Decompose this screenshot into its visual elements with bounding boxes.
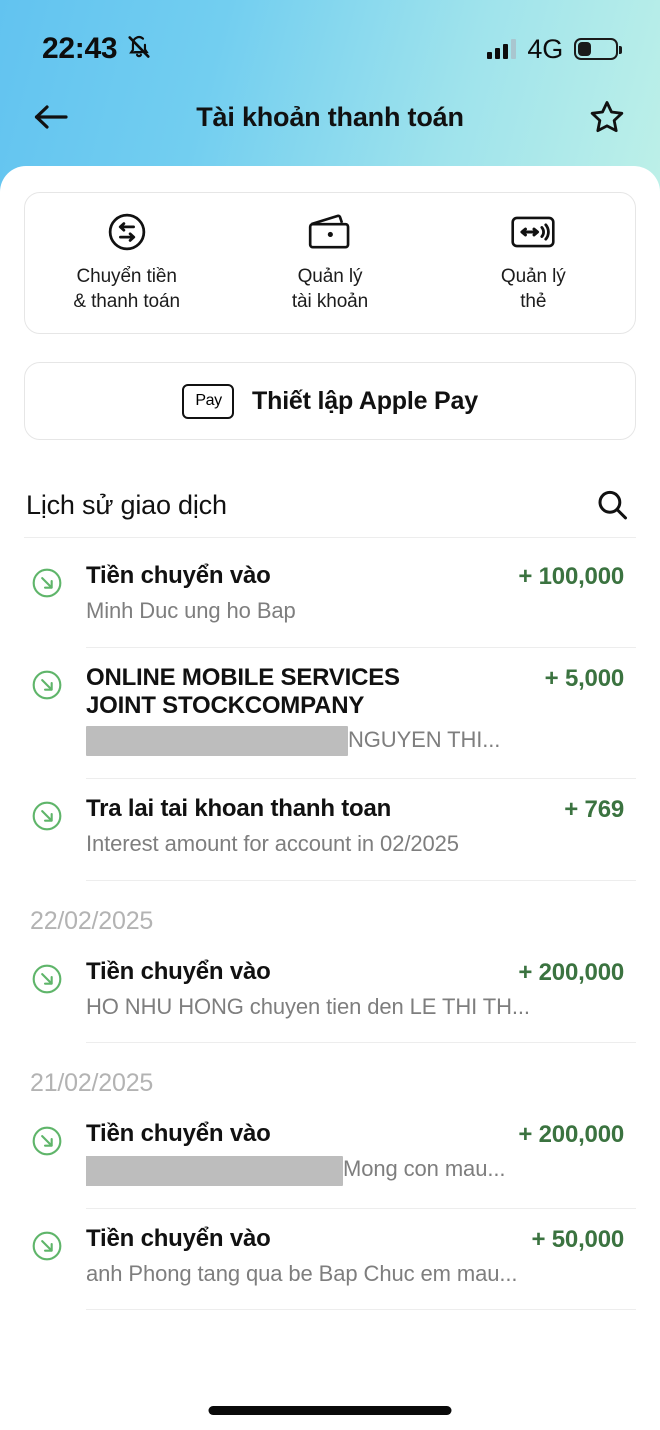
battery-icon [574,38,622,60]
apple-pay-word: Pay [195,392,222,409]
transaction-description: anh Phong tang qua be Bap Chuc em mau... [86,1260,518,1286]
page-title: Tài khoản thanh toán [196,101,464,132]
quick-action-card-label: Quản lý thẻ [500,266,566,312]
transaction-body: Tiền chuyển vào + 50,000 anh Phong tang qu… [64,1225,630,1288]
contactless-card-icon [510,212,556,252]
status-bar-time: 22:43 [42,32,118,65]
home-indicator-bar [208,1406,452,1415]
transaction-amount: + 5,000 [544,664,625,692]
status-bar-right: 4G [487,33,622,65]
quick-action-transfer-label: Chuyển tiền & thanh toán [73,266,180,312]
transaction-description: Minh Duc ung ho Bap [86,598,296,623]
transaction-description: HO NHU HONG chuyen tien den LE THI TH... [86,993,530,1019]
history-top-divider [24,537,636,538]
wallet-icon [307,212,353,252]
back-button[interactable] [33,102,71,132]
row-spacer [0,1287,660,1309]
transaction-name: Tiền chuyển vào [86,957,271,985]
incoming-arrow-circle-icon [30,1124,64,1185]
transaction-row[interactable]: Tra lai tai khoan thanh toan + 769 Interes… [0,779,660,858]
transaction-row[interactable]: ONLINE MOBILE SERVICES JOINT STOCKCOMPAN… [0,648,660,757]
transaction-list: Tiền chuyển vào + 100,000 Minh Duc ung ho … [0,546,660,1310]
transaction-top-row: Tiền chuyển vào + 200,000 [86,1120,624,1149]
transfer-arrows-circle-icon [105,212,149,252]
transaction-name: Tiền chuyển vào [86,1120,271,1148]
setup-apple-pay-button[interactable]: Pay Thiết lập Apple Pay [24,362,636,440]
cellular-signal-icon [487,39,517,59]
transaction-row[interactable]: Tiền chuyển vào + 50,000 anh Phong tang qu… [0,1209,660,1288]
transaction-history-header: Lịch sử giao dịch [0,473,660,537]
navigation-bar: Tài khoản thanh toán [0,88,660,146]
transaction-top-row: ONLINE MOBILE SERVICES JOINT STOCKCOMPAN… [86,664,624,721]
incoming-arrow-circle-icon [30,668,64,757]
transaction-body: Tiền chuyển vào + 200,000 Mong con mau... [64,1120,630,1186]
transaction-description: Interest amount for account in 02/2025 [86,831,459,857]
row-spacer [0,1186,660,1208]
transaction-name: ONLINE MOBILE SERVICES JOINT STOCKCOMPAN… [86,663,400,719]
transaction-description-visible-text: Mong con mau... [343,1156,506,1182]
redacted-text-block [86,1155,343,1186]
incoming-arrow-circle-icon [30,962,64,1021]
bell-slash-icon [126,34,152,65]
transaction-row[interactable]: Tiền chuyển vào + 100,000 Minh Duc ung ho … [0,546,660,625]
quick-action-card-management[interactable]: Quản lý thẻ [432,212,635,314]
transaction-description: Mong con mau... [86,1155,624,1186]
transaction-amount: + 50,000 [531,1225,625,1253]
transaction-amount: + 200,000 [518,1121,624,1149]
apple-pay-logo-icon: Pay [182,383,235,419]
incoming-arrow-circle-icon [30,799,64,858]
favorite-star-button[interactable] [587,97,627,137]
incoming-arrow-circle-icon [30,566,64,625]
transaction-name: Tiền chuyển vào [86,1224,271,1252]
status-bar-left: 22:43 [42,32,152,66]
transaction-name: Tra lai tai khoan thanh toan [86,795,392,823]
transaction-amount: + 769 [564,796,624,824]
content-sheet: Chuyển tiền & thanh toán Quản lý tài kho… [0,166,660,1430]
transaction-name: Tiền chuyển vào [86,562,271,589]
transaction-body: Tiền chuyển vào + 200,000 HO NHU HONG chuy… [64,958,630,1021]
transaction-body: Tiền chuyển vào + 100,000 Minh Duc ung ho … [64,562,630,625]
network-type-label: 4G [527,33,563,64]
transaction-top-row: Tiền chuyển vào + 200,000 [86,958,624,987]
row-spacer [0,1020,660,1042]
transaction-divider [86,1309,636,1310]
status-bar: 22:43 4G [0,26,660,72]
quick-action-account-management[interactable]: Quản lý tài khoản [228,212,431,314]
row-spacer [0,858,660,880]
transaction-top-row: Tra lai tai khoan thanh toan + 769 [86,795,624,824]
transaction-description-visible-text: NGUYEN THI... [348,727,501,753]
quick-action-account-label: Quản lý tài khoản [291,266,369,312]
transaction-description: NGUYEN THI... [86,726,624,757]
setup-apple-pay-label: Thiết lập Apple Pay [252,386,478,415]
transaction-row[interactable]: Tiền chuyển vào + 200,000 HO NHU HONG chuy… [0,942,660,1021]
transaction-amount: + 100,000 [518,563,624,590]
quick-action-transfer[interactable]: Chuyển tiền & thanh toán [25,212,228,314]
row-spacer [0,756,660,778]
transaction-date-header: 21/02/2025 [30,1069,154,1098]
transaction-date-header: 22/02/2025 [30,906,154,935]
incoming-arrow-circle-icon [30,1229,64,1288]
row-spacer [0,625,660,647]
transaction-body: Tra lai tai khoan thanh toan + 769 Interes… [64,795,630,858]
transaction-history-title: Lịch sử giao dịch [26,489,227,520]
transaction-amount: + 200,000 [518,958,624,986]
battery-fill [578,42,591,56]
redacted-text-block [86,726,348,757]
phone-screen: 22:43 4G Tài khoản thanh toán Chuyển tiề… [0,0,660,1430]
transaction-body: ONLINE MOBILE SERVICES JOINT STOCKCOMPAN… [64,664,630,757]
transaction-top-row: Tiền chuyển vào + 50,000 [86,1225,624,1254]
transaction-top-row: Tiền chuyển vào + 100,000 [86,562,624,591]
quick-actions-card: Chuyển tiền & thanh toán Quản lý tài kho… [24,192,636,334]
transaction-row[interactable]: Tiền chuyển vào + 200,000 Mong con mau... [0,1104,660,1186]
search-icon[interactable] [594,487,634,523]
